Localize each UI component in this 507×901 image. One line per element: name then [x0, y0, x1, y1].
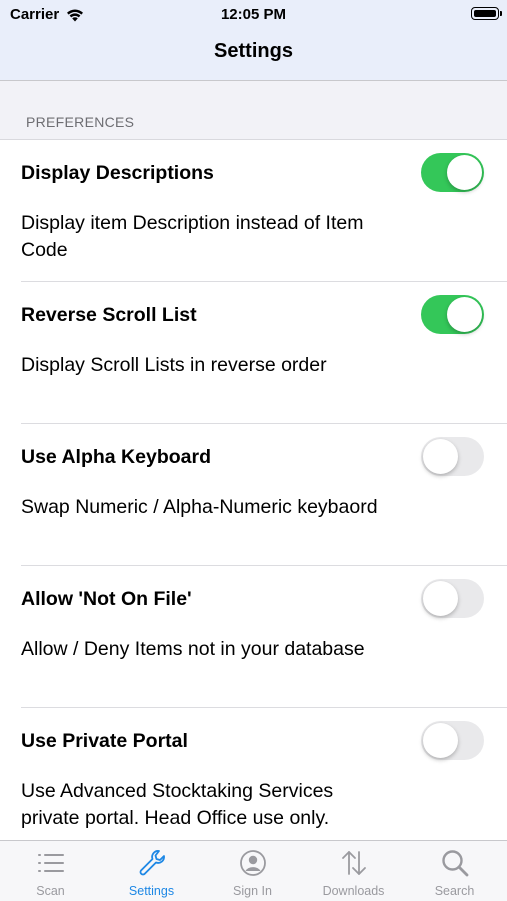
top-bar: Carrier 12:05 PM Settings — [0, 0, 507, 81]
setting-title: Use Private Portal — [21, 730, 188, 752]
display-descriptions-toggle[interactable] — [421, 153, 484, 192]
tab-scan[interactable]: Scan — [0, 841, 101, 901]
status-time: 12:05 PM — [220, 6, 287, 23]
setting-description: Use Advanced Stocktaking Services privat… — [21, 780, 334, 829]
setting-description: Allow / Deny Items not in your database — [21, 638, 365, 660]
tab-label: Settings — [128, 884, 175, 898]
tab-sign-in[interactable]: Sign In — [202, 841, 303, 901]
setting-title: Allow 'Not On File' — [21, 588, 192, 610]
tab-label: Scan — [36, 884, 65, 898]
toggle-knob — [423, 723, 458, 758]
setting-title: Reverse Scroll List — [21, 304, 197, 326]
setting-description: Display Scroll Lists in reverse order — [21, 354, 327, 376]
wrench-icon — [139, 850, 165, 876]
setting-title: Display Descriptions — [21, 162, 214, 184]
setting-row-allow-not-on-file: Allow 'Not On File' Allow / Deny Items n… — [0, 566, 507, 708]
tab-search[interactable]: Search — [404, 841, 505, 901]
tab-label: Sign In — [233, 884, 272, 898]
status-bar: Carrier 12:05 PM — [0, 0, 507, 30]
toggle-knob — [447, 297, 482, 332]
setting-row-reverse-scroll-list: Reverse Scroll List Display Scroll Lists… — [0, 282, 507, 424]
use-alpha-keyboard-toggle[interactable] — [421, 437, 484, 476]
up-down-arrows-icon — [341, 851, 366, 875]
toggle-knob — [423, 581, 458, 616]
tab-label: Downloads — [322, 884, 385, 898]
tab-downloads[interactable]: Downloads — [303, 841, 404, 901]
battery-icon — [471, 7, 502, 20]
list-icon — [37, 854, 64, 872]
setting-description: Display item Description instead of Item… — [21, 212, 364, 261]
setting-description: Swap Numeric / Alpha-Numeric keybaord — [21, 496, 378, 518]
setting-title: Use Alpha Keyboard — [21, 446, 211, 468]
use-private-portal-toggle[interactable] — [421, 721, 484, 760]
tab-settings[interactable]: Settings — [101, 841, 202, 901]
magnifier-icon — [441, 850, 468, 877]
tab-label: Search — [434, 884, 475, 898]
person-circle-icon — [239, 850, 266, 876]
page-title: Settings — [214, 40, 293, 62]
tab-bar: Scan Settings Sign In Downloads Search — [0, 840, 507, 901]
toggle-knob — [423, 439, 458, 474]
section-header-preferences: PREFERENCES — [26, 114, 135, 130]
setting-row-use-private-portal: Use Private Portal Use Advanced Stocktak… — [0, 708, 507, 850]
reverse-scroll-list-toggle[interactable] — [421, 295, 484, 334]
allow-not-on-file-toggle[interactable] — [421, 579, 484, 618]
setting-row-display-descriptions: Display Descriptions Display item Descri… — [0, 140, 507, 282]
toggle-knob — [447, 155, 482, 190]
setting-row-use-alpha-keyboard: Use Alpha Keyboard Swap Numeric / Alpha-… — [0, 424, 507, 566]
settings-list: Display Descriptions Display item Descri… — [0, 139, 507, 840]
